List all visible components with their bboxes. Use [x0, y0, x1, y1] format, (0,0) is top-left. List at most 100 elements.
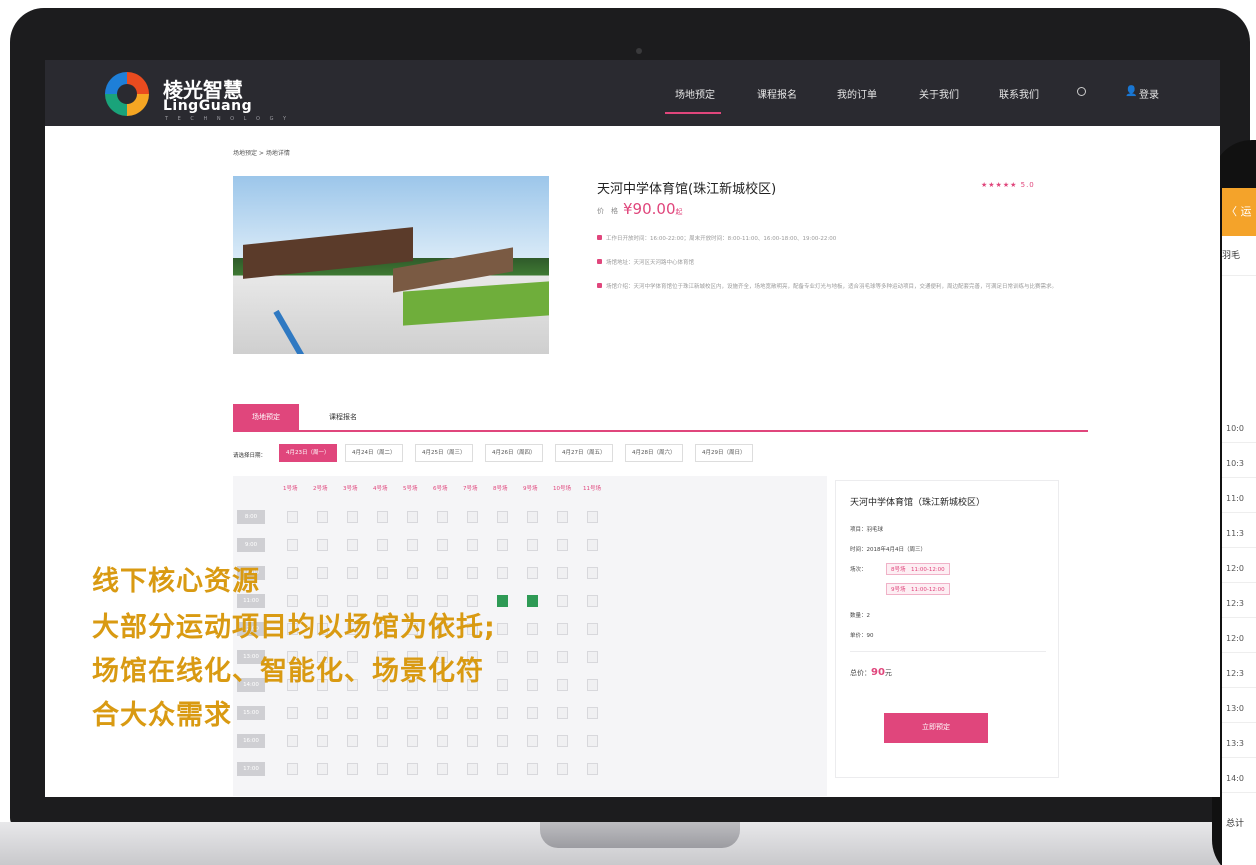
nav-item-orders[interactable]: 我的订单: [837, 86, 877, 101]
court-cell[interactable]: [407, 763, 418, 775]
court-cell[interactable]: [377, 595, 388, 607]
nav-item-booking[interactable]: 场地预定: [675, 86, 715, 101]
court-cell[interactable]: [527, 651, 538, 663]
court-cell[interactable]: [467, 735, 478, 747]
court-cell[interactable]: [437, 567, 448, 579]
court-cell[interactable]: [467, 539, 478, 551]
court-cell[interactable]: [557, 735, 568, 747]
court-cell[interactable]: [497, 763, 508, 775]
court-cell-selected[interactable]: [527, 595, 538, 607]
court-cell[interactable]: [377, 539, 388, 551]
phone-header[interactable]: 〈 运: [1222, 188, 1256, 236]
court-cell[interactable]: [497, 707, 508, 719]
court-cell[interactable]: [377, 707, 388, 719]
court-cell[interactable]: [437, 511, 448, 523]
nav-item-contact[interactable]: 联系我们: [999, 86, 1039, 101]
court-cell[interactable]: [587, 623, 598, 635]
nav-item-courses[interactable]: 课程报名: [757, 86, 797, 101]
court-cell[interactable]: [437, 735, 448, 747]
court-cell[interactable]: [377, 567, 388, 579]
court-cell[interactable]: [347, 735, 358, 747]
court-cell[interactable]: [587, 735, 598, 747]
court-cell[interactable]: [317, 511, 328, 523]
court-cell[interactable]: [527, 763, 538, 775]
court-cell[interactable]: [497, 511, 508, 523]
court-cell[interactable]: [347, 707, 358, 719]
court-cell[interactable]: [407, 735, 418, 747]
court-cell[interactable]: [497, 567, 508, 579]
court-cell[interactable]: [317, 735, 328, 747]
court-cell[interactable]: [497, 651, 508, 663]
court-cell[interactable]: [377, 735, 388, 747]
court-cell[interactable]: [497, 623, 508, 635]
court-cell[interactable]: [437, 595, 448, 607]
court-cell[interactable]: [377, 511, 388, 523]
court-cell[interactable]: [287, 539, 298, 551]
court-cell[interactable]: [587, 679, 598, 691]
user-icon[interactable]: 👤: [1125, 86, 1137, 97]
court-cell[interactable]: [557, 679, 568, 691]
court-cell[interactable]: [587, 595, 598, 607]
court-cell[interactable]: [587, 763, 598, 775]
court-cell[interactable]: [467, 595, 478, 607]
court-cell[interactable]: [317, 763, 328, 775]
court-cell[interactable]: [437, 539, 448, 551]
court-cell[interactable]: [347, 567, 358, 579]
court-cell[interactable]: [317, 595, 328, 607]
logo-icon[interactable]: [105, 72, 149, 116]
court-cell[interactable]: [287, 707, 298, 719]
date-chip[interactable]: 4月28日（周六）: [625, 444, 683, 462]
court-cell[interactable]: [347, 763, 358, 775]
court-cell[interactable]: [557, 623, 568, 635]
court-cell[interactable]: [437, 763, 448, 775]
court-cell[interactable]: [467, 763, 478, 775]
court-cell[interactable]: [317, 539, 328, 551]
court-cell[interactable]: [527, 539, 538, 551]
date-chip[interactable]: 4月26日（周四）: [485, 444, 543, 462]
order-court-chip[interactable]: 8号场 11:00-12:00: [886, 563, 950, 575]
court-cell[interactable]: [407, 595, 418, 607]
court-cell[interactable]: [497, 539, 508, 551]
order-court-chip[interactable]: 9号场 11:00-12:00: [886, 583, 950, 595]
court-cell[interactable]: [527, 567, 538, 579]
court-cell[interactable]: [557, 539, 568, 551]
court-cell[interactable]: [557, 763, 568, 775]
court-cell[interactable]: [557, 651, 568, 663]
date-chip[interactable]: 4月24日（周二）: [345, 444, 403, 462]
court-cell[interactable]: [557, 707, 568, 719]
court-cell[interactable]: [527, 679, 538, 691]
court-cell[interactable]: [407, 539, 418, 551]
court-cell[interactable]: [497, 735, 508, 747]
tab-courses[interactable]: 课程报名: [313, 404, 373, 430]
court-cell[interactable]: [287, 735, 298, 747]
court-cell[interactable]: [587, 539, 598, 551]
court-cell[interactable]: [467, 707, 478, 719]
search-icon[interactable]: [1077, 87, 1086, 96]
court-cell[interactable]: [347, 595, 358, 607]
court-cell[interactable]: [527, 735, 538, 747]
date-chip[interactable]: 4月23日（周一）: [279, 444, 337, 462]
court-cell[interactable]: [497, 679, 508, 691]
court-cell[interactable]: [557, 511, 568, 523]
date-chip[interactable]: 4月25日（周三）: [415, 444, 473, 462]
court-cell[interactable]: [587, 511, 598, 523]
court-cell[interactable]: [527, 511, 538, 523]
court-cell-selected[interactable]: [497, 595, 508, 607]
court-cell[interactable]: [317, 707, 328, 719]
date-chip[interactable]: 4月27日（周五）: [555, 444, 613, 462]
court-cell[interactable]: [587, 651, 598, 663]
court-cell[interactable]: [527, 707, 538, 719]
nav-item-about[interactable]: 关于我们: [919, 86, 959, 101]
court-cell[interactable]: [467, 567, 478, 579]
court-cell[interactable]: [557, 567, 568, 579]
court-cell[interactable]: [317, 567, 328, 579]
court-cell[interactable]: [287, 595, 298, 607]
court-cell[interactable]: [407, 707, 418, 719]
court-cell[interactable]: [407, 567, 418, 579]
court-cell[interactable]: [287, 567, 298, 579]
court-cell[interactable]: [287, 763, 298, 775]
court-cell[interactable]: [527, 623, 538, 635]
court-cell[interactable]: [347, 511, 358, 523]
court-cell[interactable]: [557, 595, 568, 607]
book-now-button[interactable]: 立即预定: [884, 713, 988, 743]
